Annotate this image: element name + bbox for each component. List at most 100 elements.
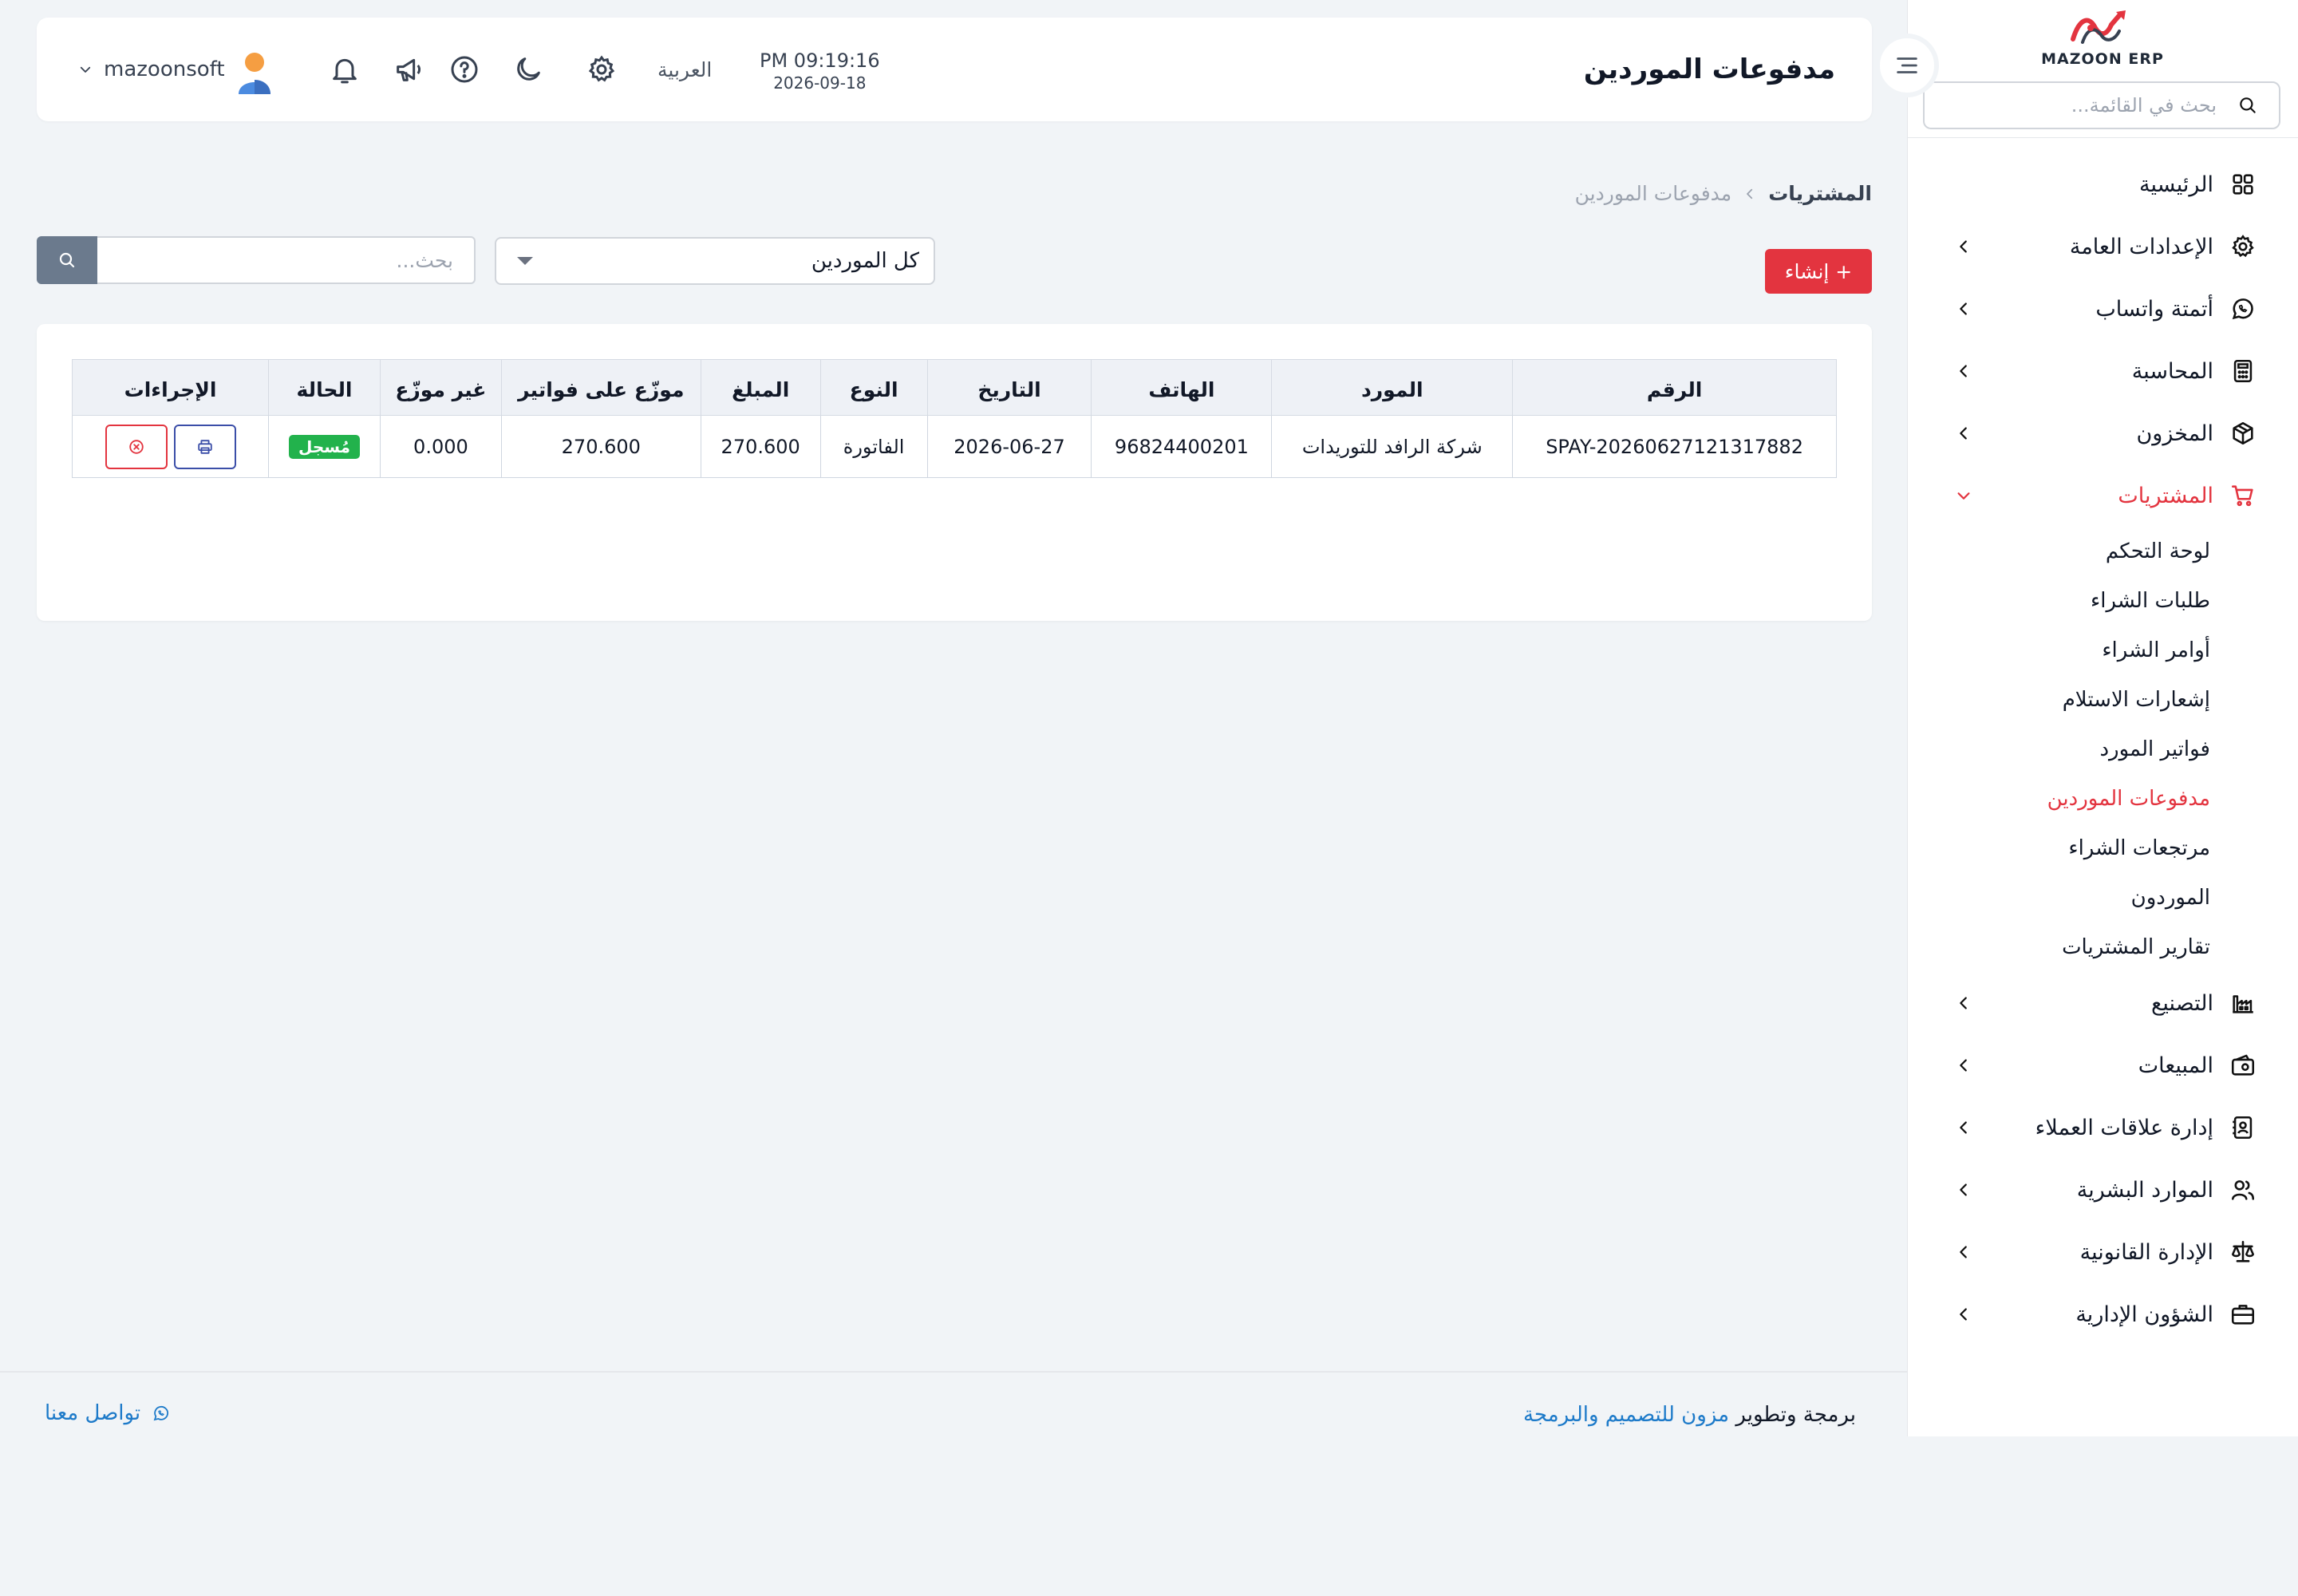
sidebar-subitem-suppliers[interactable]: الموردون xyxy=(1907,873,2210,922)
sidebar-subitem-dashboard[interactable]: لوحة التحكم xyxy=(1907,527,2210,576)
column-header[interactable]: الهاتف xyxy=(1091,359,1273,416)
chevron-left-icon xyxy=(1960,1308,1967,1321)
sidebar-subitem-purchase-requests[interactable]: طلبات الشراء xyxy=(1907,576,2210,626)
clock: PM 09:19:16 2026-09-18 xyxy=(760,49,880,93)
user-menu[interactable]: mazoonsoft xyxy=(78,18,225,121)
column-header[interactable]: الرقم xyxy=(1512,359,1837,416)
box-icon xyxy=(2233,421,2253,445)
search-button[interactable] xyxy=(37,236,97,284)
sidebar-search[interactable] xyxy=(1923,81,2280,129)
sidebar-item-sales[interactable]: المبيعات xyxy=(1907,1034,2298,1096)
sidebar-item-accounting[interactable]: المحاسبة xyxy=(1907,340,2298,402)
language-switch[interactable]: العربية xyxy=(657,18,712,121)
column-header[interactable]: موزّع على فواتير xyxy=(500,359,701,416)
bell-icon[interactable] xyxy=(329,53,361,85)
megaphone-icon[interactable] xyxy=(393,53,424,85)
chevron-left-icon xyxy=(1747,188,1753,199)
chevron-left-icon xyxy=(1960,240,1967,253)
chevron-down-icon xyxy=(1957,492,1970,500)
gear-icon[interactable] xyxy=(586,53,618,85)
whatsapp-icon xyxy=(153,1405,169,1421)
footer-company-link[interactable]: مزون للتصميم والبرمجة xyxy=(1523,1403,1729,1427)
cancel-button[interactable] xyxy=(105,424,168,469)
column-header[interactable]: الحالة xyxy=(268,359,381,416)
cell-amount: 270.600 xyxy=(700,415,821,478)
column-header[interactable]: التاريخ xyxy=(926,359,1092,416)
search-icon xyxy=(2240,97,2256,113)
column-header: الإجراءات xyxy=(71,359,270,416)
chevron-left-icon xyxy=(1960,302,1967,315)
breadcrumb: المشتريات مدفوعات الموردين xyxy=(1575,182,1872,205)
cell-supplier: شركة الرافد للتوريدات xyxy=(1271,415,1514,478)
sidebar-subitem-receipt-notices[interactable]: إشعارات الاستلام xyxy=(1907,675,2210,725)
sidebar-item-purchases[interactable]: المشتريات xyxy=(1907,464,2298,527)
create-button[interactable]: + إنشاء xyxy=(1765,249,1872,294)
footer-prefix: برمجة وتطوير xyxy=(1735,1403,1856,1427)
sidebar-item-manufacturing[interactable]: التصنيع xyxy=(1907,972,2298,1034)
table-header-row: الرقم المورد الهاتف التاريخ النوع المبلغ… xyxy=(71,359,1837,416)
moon-icon[interactable] xyxy=(512,53,544,85)
sidebar-subitem-supplier-invoices[interactable]: فواتير المورد xyxy=(1907,725,2210,774)
table-row[interactable]: SPAY-20260627121317882 شركة الرافد للتور… xyxy=(71,415,1837,478)
sidebar-item-label: الموارد البشرية xyxy=(2076,1177,2213,1203)
sidebar-subitem-purchase-returns[interactable]: مرتجعات الشراء xyxy=(1907,824,2210,873)
sidebar-item-label: التصنيع xyxy=(2151,990,2213,1016)
column-header[interactable]: المبلغ xyxy=(700,359,821,416)
gear-icon xyxy=(2232,235,2254,258)
sidebar-item-label: الرئيسية xyxy=(2139,172,2213,197)
breadcrumb-current: مدفوعات الموردين xyxy=(1574,182,1732,205)
column-header[interactable]: غير موزّع xyxy=(379,359,502,416)
cell-actions xyxy=(71,415,270,478)
sidebar-item-hr[interactable]: الموارد البشرية xyxy=(1907,1159,2298,1221)
column-header[interactable]: النوع xyxy=(819,359,928,416)
sidebar-item-inventory[interactable]: المخزون xyxy=(1907,402,2298,464)
chevron-left-icon xyxy=(1960,1059,1967,1072)
sidebar-item-label: الشؤون الإدارية xyxy=(2075,1302,2213,1327)
sidebar-toggle-button[interactable] xyxy=(1875,34,1939,97)
sidebar-item-label: المحاسبة xyxy=(2131,358,2213,384)
caret-down-icon xyxy=(517,257,533,265)
supplier-filter-select[interactable]: كل الموردين xyxy=(495,237,935,285)
sidebar-subitem-purchase-reports[interactable]: تقارير المشتريات xyxy=(1907,922,2210,972)
sidebar-item-crm[interactable]: إدارة علاقات العملاء xyxy=(1907,1096,2298,1159)
username: mazoonsoft xyxy=(104,57,225,81)
sidebar-item-label: المبيعات xyxy=(2138,1053,2213,1078)
chevron-down-icon xyxy=(80,66,91,73)
logo-mark-icon xyxy=(2071,10,2126,44)
cell-phone: 96824400201 xyxy=(1091,415,1273,478)
factory-icon xyxy=(2233,995,2253,1013)
print-button[interactable] xyxy=(173,424,236,469)
sidebar-subitem-supplier-payments[interactable]: مدفوعات الموردين xyxy=(1907,774,2210,824)
sidebar-subitem-purchase-orders[interactable]: أوامر الشراء xyxy=(1907,626,2210,675)
avatar[interactable] xyxy=(236,51,273,96)
cell-status: مُسجل xyxy=(268,415,381,478)
help-icon[interactable] xyxy=(448,53,480,85)
cell-date: 2026-06-27 xyxy=(926,415,1092,478)
search-input[interactable] xyxy=(97,236,476,284)
sidebar-item-admin-affairs[interactable]: الشؤون الإدارية xyxy=(1907,1283,2298,1345)
sidebar-item-label: المخزون xyxy=(2136,421,2213,446)
breadcrumb-parent[interactable]: المشتريات xyxy=(1768,182,1872,205)
sidebar-item-home[interactable]: الرئيسية xyxy=(1907,153,2298,215)
payments-table: الرقم المورد الهاتف التاريخ النوع المبلغ… xyxy=(71,359,1837,478)
sidebar-item-label: الإعدادات العامة xyxy=(2069,234,2213,259)
chevron-left-icon xyxy=(1960,1183,1967,1196)
status-badge: مُسجل xyxy=(288,434,360,459)
sidebar-item-label: أتمتة واتساب xyxy=(2095,296,2213,322)
contact-link[interactable]: تواصل معنا xyxy=(45,1401,171,1425)
footer-divider xyxy=(0,1371,1907,1373)
sidebar-divider xyxy=(1908,137,2298,138)
chevron-left-icon xyxy=(1960,1121,1967,1134)
whatsapp-icon xyxy=(2232,298,2253,320)
cell-number: SPAY-20260627121317882 xyxy=(1512,415,1837,478)
column-header[interactable]: المورد xyxy=(1271,359,1514,416)
clock-time: PM 09:19:16 xyxy=(760,49,880,72)
grid-icon xyxy=(2233,174,2253,195)
sidebar-item-general-settings[interactable]: الإعدادات العامة xyxy=(1907,215,2298,278)
sidebar-item-legal[interactable]: الإدارة القانونية xyxy=(1907,1221,2298,1283)
calculator-icon xyxy=(2233,359,2253,383)
chevron-left-icon xyxy=(1960,997,1967,1009)
sidebar-item-whatsapp[interactable]: أتمتة واتساب xyxy=(1907,278,2298,340)
logo[interactable]: MAZOON ERP xyxy=(1907,0,2298,72)
sidebar-search-input[interactable] xyxy=(1945,94,2217,117)
